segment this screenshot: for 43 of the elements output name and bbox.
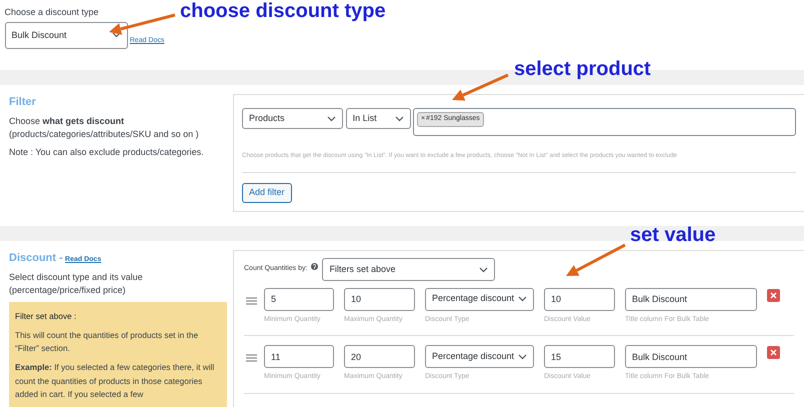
text-input[interactable]: 10 [544, 288, 615, 310]
annotation-text: choose discount type [180, 1, 386, 21]
description-text: Select discount type and its value (percentage/price/fixed price) [9, 271, 144, 298]
chevron-down-icon [327, 116, 336, 122]
close-icon [770, 292, 777, 298]
text-input[interactable]: Bulk Discount [625, 345, 757, 368]
select-field[interactable]: In List [346, 108, 411, 129]
add-filter-button[interactable]: Add filter [242, 183, 292, 203]
info-title: Filter set above : [15, 310, 78, 323]
annotation-arrow [452, 74, 509, 101]
text-input[interactable]: 10 [344, 288, 415, 310]
delete-button[interactable] [767, 346, 780, 359]
text-input[interactable]: 20 [344, 345, 415, 368]
text-input[interactable]: Bulk Discount [625, 288, 757, 310]
drag-handle-icon[interactable] [246, 354, 257, 362]
chevron-down-icon [479, 266, 488, 272]
section-title: Filter [9, 95, 37, 110]
chevron-down-icon [518, 354, 527, 360]
note-text: Note : You can also exclude products/categories. [9, 146, 205, 159]
info-text: This will count the quantities of products set in the “Filter” section. [15, 328, 200, 356]
text-input[interactable]: 15 [544, 345, 615, 368]
annotation-text: set value [630, 225, 716, 245]
description-text: Choose what gets discount (products/categories/attributes/SKU and so on ) [9, 115, 200, 142]
delete-button[interactable] [767, 288, 780, 302]
chevron-down-icon [518, 296, 527, 302]
select-field[interactable]: Filters set above [322, 258, 496, 281]
field-label: Choose a discount type [4, 6, 99, 19]
help-icon[interactable] [311, 263, 318, 270]
drag-handle-icon[interactable] [246, 296, 257, 304]
select-field[interactable]: Percentage discount [425, 345, 534, 368]
section-title: Discount - [9, 251, 63, 266]
text-input[interactable]: 5 [264, 288, 334, 310]
chevron-down-icon [394, 116, 404, 122]
annotation-text: select product [514, 59, 651, 79]
text-input[interactable]: 11 [264, 345, 334, 368]
select-field[interactable]: Percentage discount [425, 288, 534, 310]
chevron-down-icon [112, 32, 120, 38]
info-text: Example: If you selected a few categories there, it will count the quantities of products in those categories added in cart. If you selected a few [15, 361, 216, 401]
annotation-arrow [566, 244, 626, 276]
select-field[interactable]: Bulk Discount [4, 22, 128, 49]
close-icon [770, 349, 777, 356]
annotation-arrow [109, 14, 176, 35]
select-field[interactable]: Products [242, 108, 344, 129]
